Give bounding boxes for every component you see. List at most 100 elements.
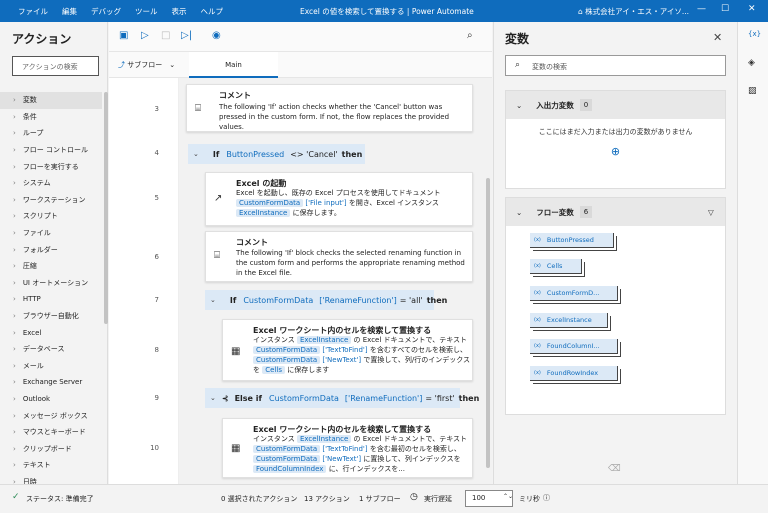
action-category-item[interactable]: › フローを実行する [0,158,102,175]
chevron-down-icon: ⌄ [210,394,216,402]
then-keyword: then [426,295,448,305]
empty-message: ここにはまだ入力または出力の変数がありません [538,128,693,136]
comment-text: The following 'If' block checks the sele… [236,249,465,277]
action-title: コメント [236,238,268,247]
flow-designer: ▣ ▷ □ ▷| ◉ ⌕ ⤴ サブフロー ⌄ Main 3 ⌸ コメント The… [109,22,492,484]
tab-main[interactable]: Main [189,52,278,78]
menu-edit[interactable]: 編集 [62,6,77,17]
action-card[interactable]: ⌸ コメント The following 'If' action checks … [186,84,473,132]
variable-item[interactable]: (x) ExcelInstance [530,313,608,328]
comment-icon: ⌸ [214,250,220,261]
action-card[interactable]: ▦ Excel ワークシート内のセルを検索して置換する インスタンス Excel… [222,418,473,478]
subflow-label: サブフロー [127,61,163,69]
menu-file[interactable]: ファイル [18,6,48,17]
action-category-item[interactable]: › マウスとキーボード [0,424,102,441]
action-category-item[interactable]: › スクリプト [0,208,102,225]
action-category-item[interactable]: › Exchange Server [0,374,102,391]
action-category-item[interactable]: › ファイル [0,225,102,242]
ui-elements-icon[interactable]: ◈ [748,58,755,68]
status-text: ステータス: 準備完了 [26,495,94,503]
desc-text: に保存します [287,366,330,374]
menu-tools[interactable]: ツール [135,6,158,17]
subflow-dropdown[interactable]: ⤴ サブフロー ⌄ [118,60,175,70]
action-category-item[interactable]: › データベース [0,341,102,358]
io-variables-header[interactable]: ⌄ 入出力変数 0 [506,91,725,119]
action-category-item[interactable]: › システム [0,175,102,192]
account-name[interactable]: ⌂ 株式会社アイ・エス・アイソ... [578,6,689,17]
action-card[interactable]: ▦ Excel ワークシート内のセルを検索して置換する インスタンス Excel… [222,319,473,381]
action-category-item[interactable]: › ワークステーション [0,192,102,209]
close-window-icon[interactable]: ✕ [748,4,756,14]
clock-icon: ◷ [410,492,418,502]
actions-panel: アクション アクションの検索 › 変数 › 条件 › ループ › フロー コントロール › フロー… [0,22,108,486]
menu-help[interactable]: ヘルプ [201,6,224,17]
chevron-right-icon: › [13,312,16,321]
action-category-item[interactable]: › テキスト [0,457,102,474]
action-category-item[interactable]: › ブラウザー自動化 [0,308,102,325]
maximize-icon[interactable]: ☐ [721,4,729,14]
variable-item[interactable]: (x) CustomFormD... [530,286,618,301]
io-variables-section: ⌄ 入出力変数 0 ここにはまだ入力または出力の変数がありません ⊕ [505,90,726,189]
record-icon[interactable]: ◉ [212,30,221,41]
step-icon[interactable]: ▷| [181,30,192,41]
filter-icon[interactable]: ▽ [708,208,714,217]
variable-item[interactable]: (x) FoundRowIndex [530,366,618,381]
flow-variables-header[interactable]: ⌄ フロー変数 6 ▽ [506,198,725,226]
eraser-icon[interactable]: ⌫ [608,464,621,474]
variable-index: ['File input'] [305,199,347,207]
actions-search-input[interactable]: アクションの検索 [12,56,99,76]
chevron-right-icon: › [13,345,16,354]
action-card[interactable]: ↗ Excel の起動 Excel を起動し、既存の Excel プロセスを使用… [205,172,473,226]
action-category-item[interactable]: › メッセージ ボックス [0,407,102,424]
search-flow-icon[interactable]: ⌕ [467,30,473,41]
action-category-item[interactable]: › Excel [0,324,102,341]
variables-tab-icon[interactable]: {x} [748,30,761,38]
variable-item[interactable]: (x) FoundColumnI... [530,339,618,354]
action-category-item[interactable]: › UI オートメーション [0,275,102,292]
action-category-label: システム [22,179,51,188]
variable-item[interactable]: (x) ButtonPressed [530,233,614,248]
action-category-item[interactable]: › Outlook [0,391,102,408]
variable-item[interactable]: (x) Cells [530,259,582,274]
menu-debug[interactable]: デバッグ [91,6,121,17]
action-category-item[interactable]: › 圧縮 [0,258,102,275]
images-icon[interactable]: ▨ [748,86,757,96]
add-variable-icon[interactable]: ⊕ [506,145,725,158]
action-category-label: 圧縮 [22,262,37,271]
if-block-header[interactable]: ⌄ If ButtonPressed <> 'Cancel' then [188,144,365,164]
save-icon[interactable]: ▣ [119,30,128,41]
minimize-icon[interactable]: — [697,4,706,14]
actions-scrollbar[interactable] [104,92,108,324]
chevron-right-icon: › [13,179,16,188]
menu-view[interactable]: 表示 [172,6,187,17]
action-category-item[interactable]: › クリップボード [0,440,102,457]
action-category-item[interactable]: › メール [0,358,102,375]
else-if-block-header[interactable]: ⌄ ⊰ Else if CustomFormData ['RenameFunct… [205,388,479,408]
variable-icon: (x) [534,343,541,349]
action-category-item[interactable]: › フォルダー [0,241,102,258]
action-description: Excel を起動し、既存の Excel プロセスを使用してドキュメント Cus… [236,188,468,218]
action-card[interactable]: ⌸ コメント The following 'If' block checks t… [205,231,473,282]
action-category-item[interactable]: › 変数 [0,92,102,109]
flow-scrollbar[interactable] [486,178,490,468]
variable-name: ButtonPressed [546,236,594,244]
action-category-item[interactable]: › HTTP [0,291,102,308]
if-block-header[interactable]: ⌄ If CustomFormData ['RenameFunction'] =… [205,290,447,310]
action-category-label: UI オートメーション [22,278,89,287]
run-icon[interactable]: ▷ [141,30,149,41]
variable-token: CustomFormData [253,455,321,463]
chevron-right-icon: › [13,129,16,138]
action-category-item[interactable]: › ループ [0,125,102,142]
action-category-item[interactable]: › フロー コントロール [0,142,102,159]
action-category-label: ブラウザー自動化 [22,312,79,321]
variables-search-placeholder: 変数の検索 [532,63,567,71]
variable-name: FoundRowIndex [546,369,599,377]
variables-title: 変数 [505,32,530,46]
info-icon[interactable]: ⓘ [543,493,550,503]
stepper-icon[interactable]: ⌃⌄ [503,493,513,500]
close-icon[interactable]: ✕ [713,31,722,44]
variable-index: ['TextToFind'] [322,445,368,453]
action-category-item[interactable]: › 条件 [0,109,102,126]
stop-icon[interactable]: □ [161,30,170,41]
variables-search-input[interactable]: ⌕ 変数の検索 [505,55,726,76]
